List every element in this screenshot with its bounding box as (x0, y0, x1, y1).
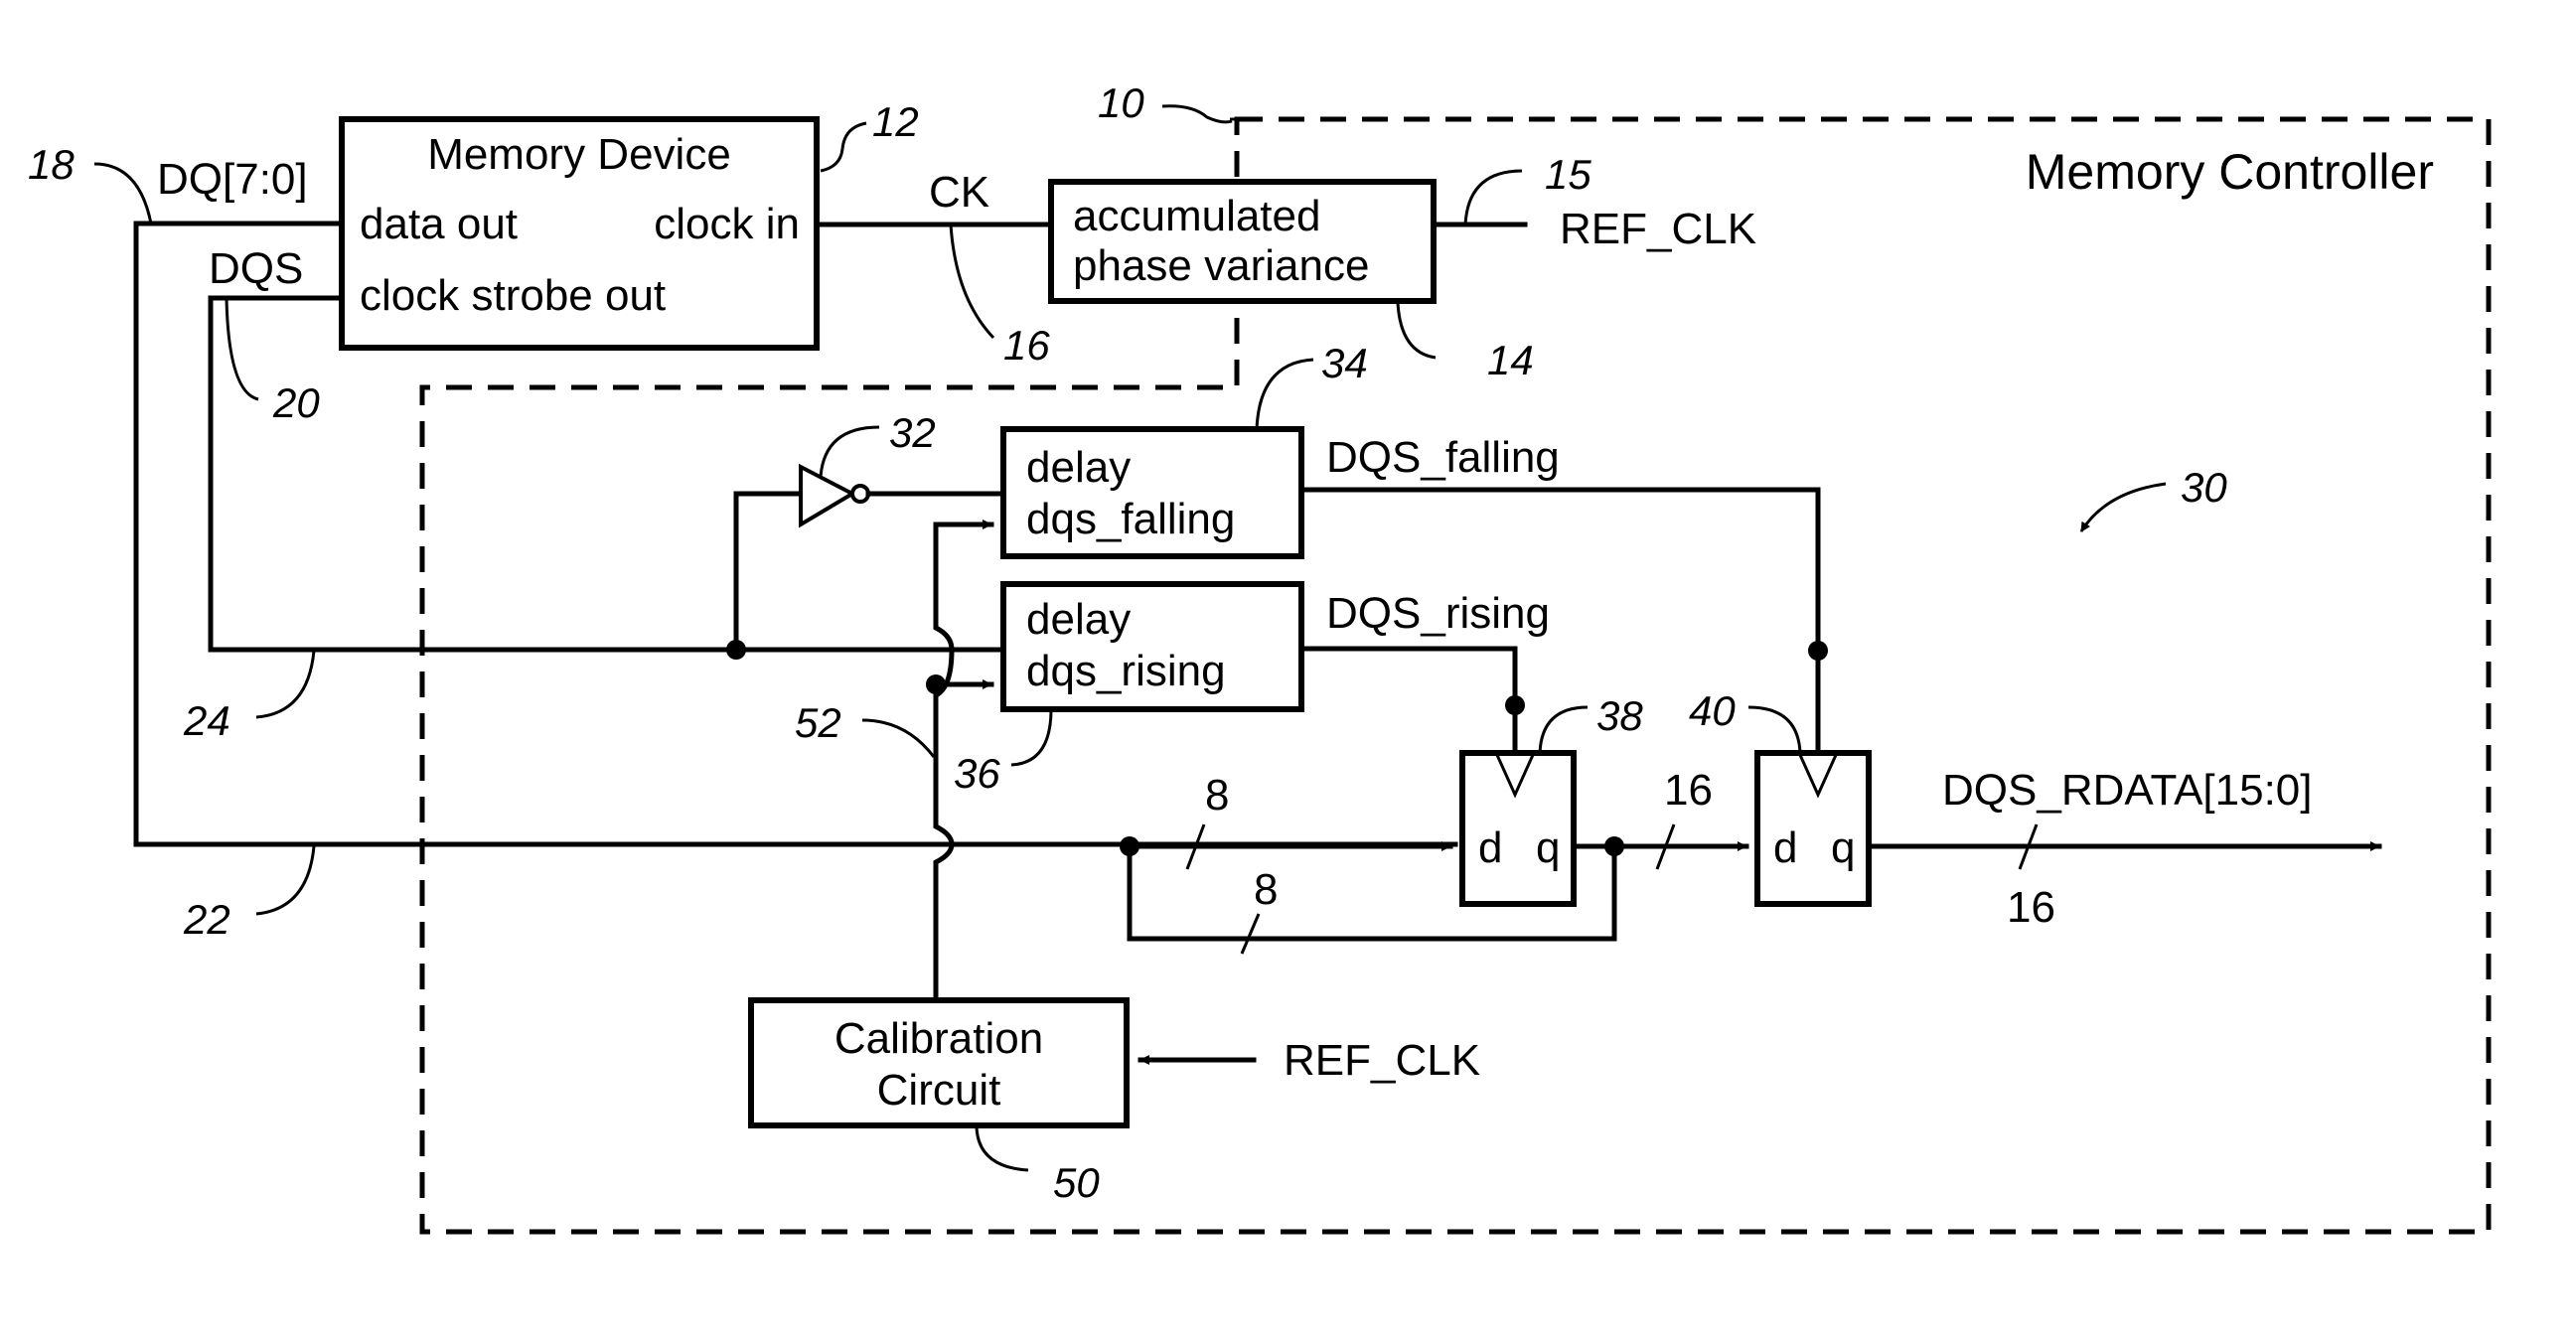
ref-24: 24 (183, 697, 230, 744)
ff2-q: q (1831, 823, 1855, 872)
dqs-falling-label: DQS_falling (1326, 433, 1560, 482)
clock-in-label: clock in (654, 200, 800, 248)
dqs-wire (208, 295, 1006, 653)
leader-34 (1255, 358, 1314, 430)
leader-52 (861, 718, 936, 758)
ref-30: 30 (2181, 464, 2227, 511)
dqs-rising-label: DQS_rising (1326, 589, 1550, 638)
leader-18 (93, 162, 153, 224)
delay-rising-line2: dqs_rising (1026, 647, 1226, 695)
ck-label: CK (929, 168, 989, 217)
inverter-icon (799, 463, 857, 528)
leader-30 (2079, 482, 2167, 532)
calibration-control-wire (933, 522, 955, 1001)
leader-38 (1538, 705, 1589, 754)
leader-32 (819, 425, 880, 478)
clock-strobe-out-label: clock strobe out (360, 271, 666, 320)
bus-width-mid: 16 (1664, 766, 1713, 815)
dqs-branch-wire (733, 491, 804, 653)
bus-width-in: 8 (1205, 771, 1229, 820)
leader-16 (949, 224, 995, 340)
dqs-label: DQS (209, 244, 303, 293)
ref-10: 10 (1098, 79, 1144, 126)
bus-width-out: 16 (2007, 883, 2055, 932)
leader-40 (1747, 705, 1802, 754)
ref-12: 12 (872, 98, 919, 145)
leader-14 (1396, 302, 1437, 360)
memory-device-title: Memory Device (427, 130, 731, 179)
ref-20: 20 (272, 379, 320, 426)
q-junction (1604, 836, 1624, 856)
delay-falling-line1: delay (1026, 443, 1131, 492)
ref-34: 34 (1321, 340, 1368, 386)
calibration-line1: Calibration (834, 1014, 1043, 1063)
leader-36 (1010, 708, 1053, 767)
circuit-diagram: Memory Device data out clock in clock st… (28, 79, 2492, 1235)
ref-38: 38 (1596, 692, 1643, 739)
dq-label: DQ[7:0] (157, 155, 308, 204)
phase-variance-line2: phase variance (1073, 241, 1369, 290)
ref-36: 36 (954, 750, 1000, 797)
ref-15: 15 (1545, 151, 1591, 198)
dqs-rising-dot (1505, 695, 1525, 715)
phase-variance-line1: accumulated (1073, 192, 1320, 240)
dqs-rising-wire (1298, 646, 1518, 756)
leader-10 (1161, 104, 1233, 124)
ref-22: 22 (183, 896, 230, 943)
dqs-falling-dot (1808, 641, 1828, 661)
ref-40: 40 (1689, 687, 1736, 734)
calibration-line2: Circuit (877, 1066, 1001, 1115)
bus-width-feedback: 8 (1254, 865, 1278, 914)
ff2-d: d (1773, 823, 1797, 872)
leader-24 (255, 650, 316, 719)
ref-16: 16 (1003, 322, 1050, 369)
leader-12 (820, 121, 867, 173)
ref-50: 50 (1053, 1159, 1100, 1206)
ref-clk-cal-label: REF_CLK (1284, 1036, 1480, 1085)
leader-15 (1463, 169, 1523, 225)
ff1-q: q (1536, 823, 1560, 872)
ff1-d: d (1478, 823, 1502, 872)
ref-18: 18 (28, 141, 75, 188)
ref-32: 32 (889, 409, 936, 456)
leader-50 (975, 1126, 1029, 1172)
memory-controller-title: Memory Controller (2026, 144, 2434, 200)
bus-slash-feedback (1240, 913, 1261, 955)
leader-20 (225, 297, 259, 401)
ref-14: 14 (1487, 337, 1534, 383)
leader-22 (255, 845, 316, 916)
ref-52: 52 (795, 699, 841, 746)
rdata-label: DQS_RDATA[15:0] (1942, 766, 2313, 815)
data-out-label: data out (360, 200, 518, 248)
delay-rising-line1: delay (1026, 595, 1131, 644)
delay-falling-line2: dqs_falling (1026, 495, 1235, 543)
ref-clk-top-label: REF_CLK (1560, 205, 1756, 253)
